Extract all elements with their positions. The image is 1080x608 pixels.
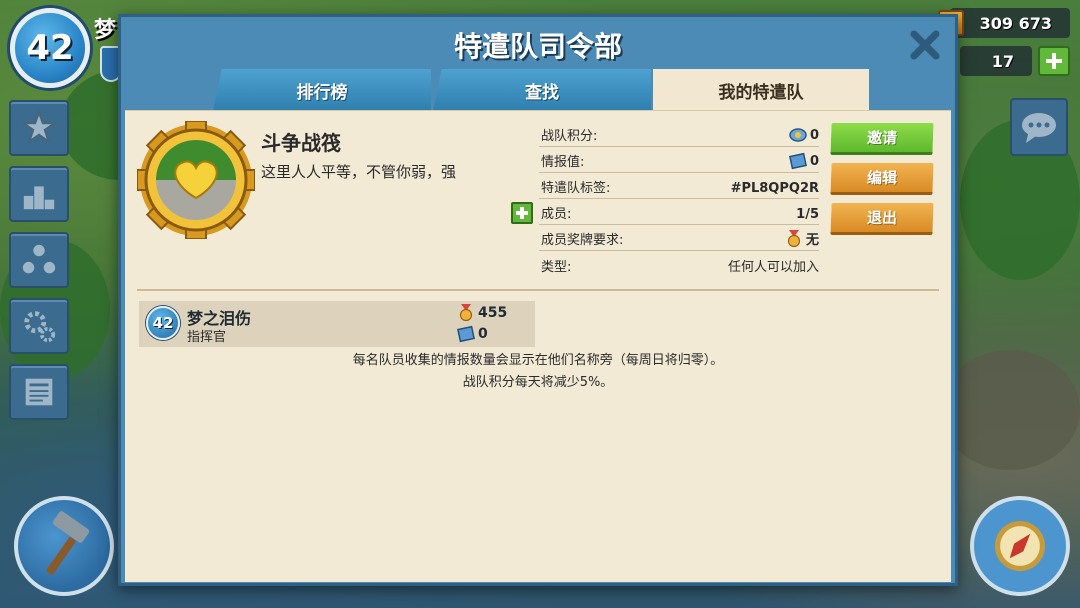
type-label: 类型: [541, 260, 572, 275]
intel-value: 0 [809, 153, 819, 169]
leaderboard-button[interactable] [9, 166, 69, 222]
tab-leaderboard[interactable]: 排行榜 [213, 69, 431, 111]
newspaper-icon [25, 378, 53, 406]
build-button[interactable] [14, 496, 114, 596]
score-label: 战队积分: [541, 129, 598, 144]
add-member-button[interactable] [511, 202, 533, 224]
member-level-badge: 42 [146, 306, 180, 340]
intel-icon [788, 152, 807, 170]
member-intel-value: 0 [478, 326, 488, 342]
members-value: 1/5 [796, 207, 819, 222]
chat-button[interactable] [1010, 98, 1068, 156]
news-button[interactable] [9, 364, 69, 420]
player-name: 梦 [94, 18, 117, 43]
medal-req-label: 成员奖牌要求: [541, 233, 624, 248]
buy-diamonds-button[interactable] [1038, 46, 1070, 76]
compass-button[interactable] [970, 496, 1070, 596]
taskforce-panel: 斗争战筏 这里人人平等，不管你弱，强 战队积分: 0 情报值: 0 特遣队标签:… [125, 110, 951, 582]
diamonds-amount: 17 [991, 51, 1014, 71]
plus-icon [1046, 53, 1062, 69]
members-label: 成员: [541, 207, 572, 222]
score-decay-note: 战队积分每天将减少5%。 [462, 375, 614, 390]
info-row-medal-req: 成员奖牌要求: 无 [539, 229, 819, 251]
gold-amount: 309 673 [979, 13, 1052, 33]
info-row-type: 类型: 任何人可以加入 [539, 255, 819, 277]
gear-icon [24, 311, 56, 343]
gold-counter: 309 673 [938, 8, 1070, 38]
compass-icon [1009, 533, 1031, 559]
diamonds-counter: 17 [960, 46, 1032, 76]
player-level-badge[interactable]: 42 [10, 8, 90, 88]
close-button[interactable] [907, 27, 943, 63]
stars-icon [20, 110, 58, 144]
intel-label: 情报值: [541, 155, 585, 170]
hammer-icon [46, 511, 90, 575]
player-level-value: 42 [26, 28, 74, 68]
taskforce-description: 这里人人平等，不管你弱，强 [261, 163, 457, 181]
member-row[interactable]: 42 梦之泪伤 指挥官 455 0 [139, 301, 535, 347]
medal-icon [787, 229, 801, 247]
intel-icon [457, 325, 475, 343]
medal-req-value: 无 [805, 233, 819, 248]
member-medals-value: 455 [478, 305, 508, 321]
close-icon [910, 30, 940, 60]
info-row-score: 战队积分: 0 [539, 125, 819, 147]
edit-button[interactable]: 编辑 [830, 163, 934, 195]
section-divider [137, 289, 939, 291]
taskforce-button[interactable] [9, 232, 69, 288]
taskforce-score-icon [789, 128, 807, 142]
group-icon [22, 244, 56, 274]
tag-value: #PL8QPQ2R [730, 181, 819, 196]
plus-icon [516, 207, 528, 219]
modal-title: 特遣队司令部 [453, 30, 622, 63]
type-value: 任何人可以加入 [727, 260, 819, 275]
taskforce-name: 斗争战筏 [261, 131, 341, 155]
info-row-tag: 特遣队标签: #PL8QPQ2R [539, 177, 819, 199]
member-medals: 455 [457, 304, 507, 322]
chat-icon [1022, 113, 1056, 143]
stars-button[interactable] [9, 100, 69, 156]
intel-note: 每名队员收集的情报数量会显示在他们名称旁（每周日将归零）。 [352, 353, 724, 368]
podium-icon [23, 186, 55, 210]
settings-button[interactable] [9, 298, 69, 354]
leave-button[interactable]: 退出 [830, 203, 934, 235]
medal-icon [459, 304, 473, 322]
info-row-intel: 情报值: 0 [539, 151, 819, 173]
member-intel: 0 [457, 325, 488, 343]
tab-my-taskforce[interactable]: 我的特遣队 [653, 69, 869, 111]
member-role: 指挥官 [187, 330, 227, 345]
taskforce-emblem-icon [137, 121, 255, 239]
info-row-members: 成员: 1/5 [539, 203, 819, 225]
taskforce-hq-modal: 特遣队司令部 排行榜 查找 我的特遣队 斗争战筏 这里人人平等，不管你弱，强 战… [118, 14, 958, 586]
tag-label: 特遣队标签: [541, 181, 611, 196]
score-value: 0 [809, 127, 819, 143]
tab-search[interactable]: 查找 [433, 69, 651, 111]
invite-button[interactable]: 邀请 [830, 123, 934, 155]
